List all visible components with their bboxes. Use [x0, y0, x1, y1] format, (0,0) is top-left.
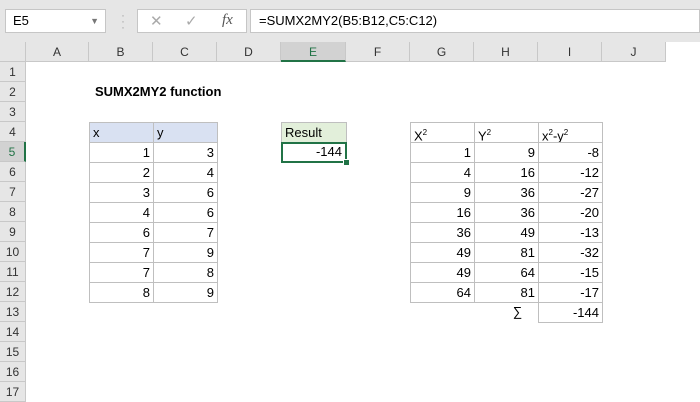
column-header-d[interactable]: D — [217, 42, 281, 62]
table-header[interactable]: X2 — [410, 122, 475, 143]
table-cell[interactable]: 64 — [410, 282, 475, 303]
formula-toolbar: E5 ▼ · · · ✕ ✓ fx =SUMX2MY2(B5:B12,C5:C12) — [0, 0, 700, 42]
table-header[interactable]: x2-y2 — [538, 122, 603, 143]
row-header-3[interactable]: 3 — [0, 102, 26, 122]
table-cell[interactable]: -27 — [538, 182, 603, 203]
table-header[interactable]: y — [153, 122, 218, 143]
column-header-b[interactable]: B — [89, 42, 153, 62]
row-header-6[interactable]: 6 — [0, 162, 26, 182]
result-cell[interactable]: -144 — [281, 142, 347, 163]
table-header[interactable]: x — [89, 122, 154, 143]
column-header-i[interactable]: I — [538, 42, 602, 62]
row-header-12[interactable]: 12 — [0, 282, 26, 302]
formula-input[interactable]: =SUMX2MY2(B5:B12,C5:C12) — [250, 9, 700, 33]
table-cell[interactable]: 9 — [410, 182, 475, 203]
sum-cell[interactable]: -144 — [538, 302, 603, 323]
formula-buttons: ✕ ✓ fx — [137, 9, 247, 33]
row-header-14[interactable]: 14 — [0, 322, 26, 342]
row-header-8[interactable]: 8 — [0, 202, 26, 222]
row-header-4[interactable]: 4 — [0, 122, 26, 142]
table-cell[interactable]: 36 — [410, 222, 475, 243]
row-header-7[interactable]: 7 — [0, 182, 26, 202]
column-header-j[interactable]: J — [602, 42, 666, 62]
result-label[interactable]: Result — [281, 122, 347, 143]
select-all-button[interactable] — [0, 42, 26, 62]
table-cell[interactable]: -17 — [538, 282, 603, 303]
table-cell[interactable]: 36 — [474, 202, 539, 223]
table-cell[interactable]: 16 — [410, 202, 475, 223]
table-cell[interactable]: 16 — [474, 162, 539, 183]
table-cell[interactable]: 7 — [89, 262, 154, 283]
cancel-icon[interactable]: ✕ — [150, 12, 163, 30]
column-header-c[interactable]: C — [153, 42, 217, 62]
table-cell[interactable]: 49 — [474, 222, 539, 243]
table-cell[interactable]: -12 — [538, 162, 603, 183]
table-cell[interactable]: 49 — [410, 262, 475, 283]
column-header-g[interactable]: G — [410, 42, 474, 62]
table-cell[interactable]: 7 — [153, 222, 218, 243]
table-cell[interactable]: 81 — [474, 282, 539, 303]
fill-handle[interactable] — [343, 159, 350, 166]
table-cell[interactable]: 8 — [153, 262, 218, 283]
sheet-title: SUMX2MY2 function — [95, 84, 222, 99]
table-cell[interactable]: 7 — [89, 242, 154, 263]
table-cell[interactable]: 9 — [153, 282, 218, 303]
table-cell[interactable]: 64 — [474, 262, 539, 283]
chevron-down-icon[interactable]: ▼ — [90, 10, 99, 32]
name-box[interactable]: E5 ▼ — [5, 9, 106, 33]
table-cell[interactable]: -15 — [538, 262, 603, 283]
column-header-e[interactable]: E — [281, 42, 346, 62]
table-cell[interactable]: 9 — [474, 142, 539, 163]
enter-icon[interactable]: ✓ — [185, 12, 198, 30]
row-header-16[interactable]: 16 — [0, 362, 26, 382]
column-header-h[interactable]: H — [474, 42, 538, 62]
table-cell[interactable]: 8 — [89, 282, 154, 303]
table-cell[interactable]: 6 — [89, 222, 154, 243]
table-cell[interactable]: -8 — [538, 142, 603, 163]
row-header-10[interactable]: 10 — [0, 242, 26, 262]
table-cell[interactable]: -20 — [538, 202, 603, 223]
table-header[interactable]: Y2 — [474, 122, 539, 143]
row-header-13[interactable]: 13 — [0, 302, 26, 322]
row-header-11[interactable]: 11 — [0, 262, 26, 282]
table-cell[interactable]: 6 — [153, 202, 218, 223]
column-header-a[interactable]: A — [26, 42, 89, 62]
row-header-15[interactable]: 15 — [0, 342, 26, 362]
table-cell[interactable]: 4 — [410, 162, 475, 183]
sum-symbol[interactable]: ∑ — [474, 302, 539, 323]
table-cell[interactable]: 2 — [89, 162, 154, 183]
table-cell[interactable]: 81 — [474, 242, 539, 263]
table-cell[interactable]: -32 — [538, 242, 603, 263]
row-header-5[interactable]: 5 — [0, 142, 26, 162]
table-cell[interactable]: 3 — [153, 142, 218, 163]
table-cell[interactable]: -13 — [538, 222, 603, 243]
table-cell[interactable]: 4 — [89, 202, 154, 223]
row-header-2[interactable]: 2 — [0, 82, 26, 102]
insert-function-icon[interactable]: fx — [222, 12, 233, 29]
table-cell[interactable]: 1 — [410, 142, 475, 163]
row-header-17[interactable]: 17 — [0, 382, 26, 402]
table-cell[interactable]: 4 — [153, 162, 218, 183]
table-cell[interactable]: 36 — [474, 182, 539, 203]
table-cell[interactable]: 1 — [89, 142, 154, 163]
drag-handle-icon[interactable]: · · · — [121, 9, 125, 33]
row-header-9[interactable]: 9 — [0, 222, 26, 242]
table-cell[interactable]: 9 — [153, 242, 218, 263]
table-cell[interactable]: 3 — [89, 182, 154, 203]
table-cell[interactable]: 49 — [410, 242, 475, 263]
row-header-1[interactable]: 1 — [0, 62, 26, 82]
table-cell[interactable]: 6 — [153, 182, 218, 203]
column-header-f[interactable]: F — [346, 42, 410, 62]
name-box-value: E5 — [13, 13, 29, 28]
